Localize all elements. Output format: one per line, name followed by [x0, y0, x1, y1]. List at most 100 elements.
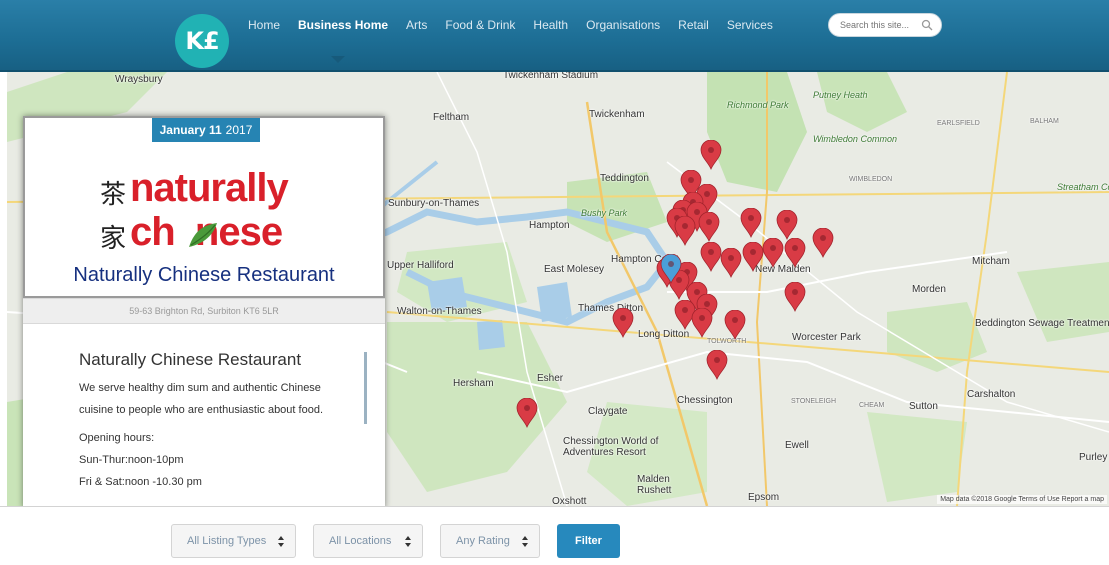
nav-item-organisations[interactable]: Organisations — [586, 18, 660, 32]
select-arrows-icon — [278, 536, 284, 547]
map-label: Twickenham — [589, 109, 645, 120]
listing-types-value: All Listing Types — [187, 535, 267, 547]
filter-bar: All Listing Types All Locations Any Rati… — [0, 506, 1109, 565]
rating-value: Any Rating — [456, 535, 510, 547]
map-label: Sutton — [909, 401, 938, 412]
site-logo[interactable]: K£ — [175, 14, 229, 68]
leaf-icon — [189, 223, 217, 247]
map-label: BALHAM — [1030, 118, 1059, 125]
search-box[interactable] — [828, 13, 942, 37]
listing-card: January 11 2017 茶 naturally 家 ch nese Na… — [23, 116, 385, 508]
description-line: cuisine to people who are enthusiastic a… — [79, 404, 323, 416]
map-attribution[interactable]: Map data ©2018 Google Terms of Use Repor… — [937, 495, 1107, 504]
map-marker-icon[interactable] — [700, 140, 722, 170]
map-label: Ewell — [785, 440, 809, 451]
locations-value: All Locations — [329, 535, 392, 547]
nav-item-business-home[interactable]: Business Home — [298, 18, 388, 32]
map-label: Upper Halliford — [387, 260, 454, 271]
map-label: Walton-on-Thames — [397, 306, 482, 317]
map-label: Oxshott — [552, 496, 587, 506]
brand-cjk-2: 家 — [100, 224, 127, 254]
filter-button[interactable]: Filter — [557, 524, 620, 558]
map-label: Epsom — [748, 492, 780, 503]
opening-hours-label: Opening hours: — [79, 432, 155, 444]
map-label: Richmond Park — [727, 100, 789, 110]
map-label: Feltham — [433, 112, 470, 123]
brand-cjk-1: 茶 — [100, 180, 127, 210]
map-label: Claygate — [588, 406, 628, 417]
site-header: K£ Home Business Home Arts Food & Drink … — [0, 0, 1109, 72]
map-marker-selected-icon[interactable] — [660, 254, 682, 284]
map-marker-icon[interactable] — [700, 242, 722, 272]
map-label: CHEAM — [859, 402, 885, 409]
map-label: EARLSFIELD — [937, 120, 980, 127]
map-label: Worcester Park — [792, 332, 861, 343]
map-marker-icon[interactable] — [612, 308, 634, 338]
select-arrows-icon — [522, 536, 528, 547]
map-marker-icon[interactable] — [724, 310, 746, 340]
map-label: Twickenham Stadium — [503, 72, 599, 81]
map-marker-icon[interactable] — [762, 238, 784, 268]
nav-item-home[interactable]: Home — [248, 18, 280, 32]
map-label: East Molesey — [544, 264, 605, 275]
map-label: Putney Heath — [813, 90, 868, 100]
map-label: Esher — [537, 373, 564, 384]
description-line: We serve healthy dim sum and authentic C… — [79, 382, 321, 394]
map-marker-icon[interactable] — [691, 308, 713, 338]
date-year: 2017 — [225, 123, 253, 137]
map-label: Morden — [912, 284, 946, 295]
map-label: Chessington World of Adventures Resort — [563, 436, 659, 458]
nav-item-retail[interactable]: Retail — [678, 18, 709, 32]
map-marker-icon[interactable] — [784, 238, 806, 268]
listing-address: 59-63 Brighton Rd, Surbiton KT6 5LR — [23, 298, 385, 324]
listing-title[interactable]: Naturally Chinese Restaurant — [79, 350, 385, 370]
map-marker-icon[interactable] — [706, 350, 728, 380]
active-nav-caret — [331, 56, 345, 63]
map-label: STONELEIGH — [791, 398, 836, 405]
opening-hours-line: Fri & Sat:noon -10.30 pm — [79, 476, 202, 488]
rating-select[interactable]: Any Rating — [440, 524, 540, 558]
main-nav: Home Business Home Arts Food & Drink Hea… — [248, 18, 791, 32]
map-label: Malden Rushett — [637, 474, 672, 496]
map-label: Purley — [1079, 452, 1108, 463]
map-label: Mitcham — [972, 256, 1010, 267]
listing-description: Naturally Chinese Restaurant We serve he… — [23, 324, 385, 508]
map-label: Carshalton — [967, 389, 1016, 400]
nav-item-food-drink[interactable]: Food & Drink — [445, 18, 515, 32]
map-label: Teddington — [600, 173, 649, 184]
date-day: January 11 — [159, 123, 222, 137]
locations-select[interactable]: All Locations — [313, 524, 423, 558]
description-scrollbar[interactable] — [364, 352, 367, 424]
search-icon[interactable] — [921, 19, 933, 31]
select-arrows-icon — [405, 536, 411, 547]
map-marker-icon[interactable] — [742, 242, 764, 272]
map-label: Hampton — [529, 220, 570, 231]
nav-item-services[interactable]: Services — [727, 18, 773, 32]
map-marker-icon[interactable] — [516, 398, 538, 428]
map-label: Long Ditton — [638, 329, 690, 340]
map-label: Bushy Park — [581, 208, 628, 218]
map-label: WIMBLEDON — [849, 176, 893, 183]
map-label: Wraysbury — [115, 74, 163, 85]
map-marker-icon[interactable] — [674, 216, 696, 246]
listing-caption: Naturally Chinese Restaurant — [73, 264, 335, 286]
map-marker-icon[interactable] — [784, 282, 806, 312]
map-marker-icon[interactable] — [720, 248, 742, 278]
map-marker-icon[interactable] — [812, 228, 834, 258]
map-marker-icon[interactable] — [776, 210, 798, 240]
date-badge: January 11 2017 — [152, 118, 260, 142]
map-label: Sunbury-on-Thames — [388, 198, 480, 209]
map-label: Hersham — [453, 378, 494, 389]
map-label: Chessington — [677, 395, 733, 406]
map-marker-icon[interactable] — [740, 208, 762, 238]
map-label: Beddington Sewage Treatment Works — [975, 318, 1109, 329]
map-marker-icon[interactable] — [698, 212, 720, 242]
listing-types-select[interactable]: All Listing Types — [171, 524, 296, 558]
map-label: Streatham Common — [1057, 182, 1109, 192]
search-input[interactable] — [840, 20, 920, 30]
nav-item-health[interactable]: Health — [533, 18, 568, 32]
nav-item-arts[interactable]: Arts — [406, 18, 427, 32]
listing-image[interactable]: January 11 2017 茶 naturally 家 ch nese Na… — [23, 116, 385, 298]
brand-line-1: naturally — [130, 166, 289, 210]
map-label: Wimbledon Common — [813, 134, 897, 144]
